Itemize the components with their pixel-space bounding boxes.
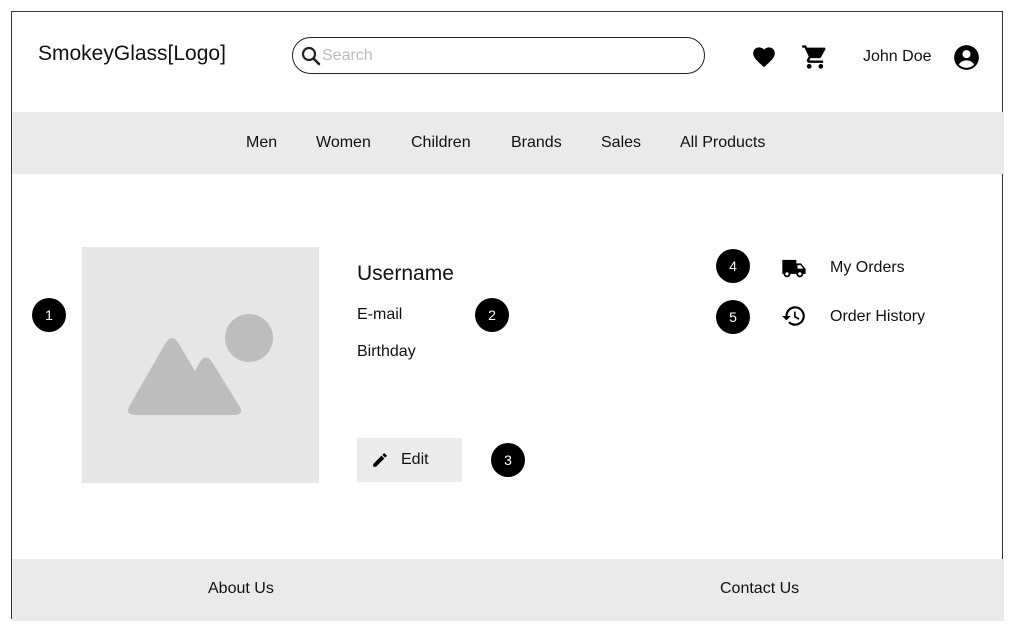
annotation-badge-1: 1 bbox=[32, 298, 66, 332]
email-field: E-mail bbox=[357, 306, 403, 323]
user-name[interactable]: John Doe bbox=[863, 48, 932, 66]
pencil-icon bbox=[373, 453, 387, 467]
profile-photo[interactable] bbox=[82, 247, 319, 483]
category-nav: Men Women Children Brands Sales All Prod… bbox=[12, 112, 1004, 174]
header: SmokeyGlass[Logo] John Doe bbox=[12, 12, 1002, 112]
annotation-badge-3: 3 bbox=[491, 443, 525, 477]
nav-item-women[interactable]: Women bbox=[316, 134, 371, 152]
search-input[interactable] bbox=[322, 44, 692, 68]
footer: About Us Contact Us bbox=[12, 559, 1004, 621]
truck-icon bbox=[782, 259, 806, 278]
history-icon bbox=[782, 306, 805, 326]
annotation-badge-5: 5 bbox=[716, 300, 750, 334]
account-button[interactable] bbox=[952, 43, 980, 71]
search-icon bbox=[301, 46, 321, 66]
order-history-link[interactable]: Order History bbox=[830, 308, 925, 326]
cart-button[interactable] bbox=[800, 43, 830, 71]
about-us-link[interactable]: About Us bbox=[208, 580, 274, 598]
nav-item-brands[interactable]: Brands bbox=[511, 134, 562, 152]
edit-label: Edit bbox=[401, 451, 429, 468]
nav-item-all-products[interactable]: All Products bbox=[680, 134, 765, 152]
contact-us-link[interactable]: Contact Us bbox=[720, 580, 799, 598]
nav-item-children[interactable]: Children bbox=[411, 134, 471, 152]
nav-item-sales[interactable]: Sales bbox=[601, 134, 641, 152]
nav-item-men[interactable]: Men bbox=[246, 134, 277, 152]
birthday-field: Birthday bbox=[357, 343, 416, 360]
annotation-badge-4: 4 bbox=[716, 249, 750, 283]
image-placeholder-icon bbox=[128, 314, 273, 415]
heart-icon bbox=[753, 47, 775, 68]
wishlist-button[interactable] bbox=[750, 43, 778, 69]
cart-icon bbox=[802, 45, 826, 69]
annotation-badge-2: 2 bbox=[475, 298, 509, 332]
logo[interactable]: SmokeyGlass[Logo] bbox=[38, 42, 226, 66]
my-orders-link[interactable]: My Orders bbox=[830, 259, 905, 277]
account-circle-icon bbox=[953, 44, 979, 70]
edit-profile-button[interactable]: Edit bbox=[357, 438, 462, 482]
search-bar[interactable] bbox=[292, 37, 705, 74]
username: Username bbox=[357, 262, 454, 285]
